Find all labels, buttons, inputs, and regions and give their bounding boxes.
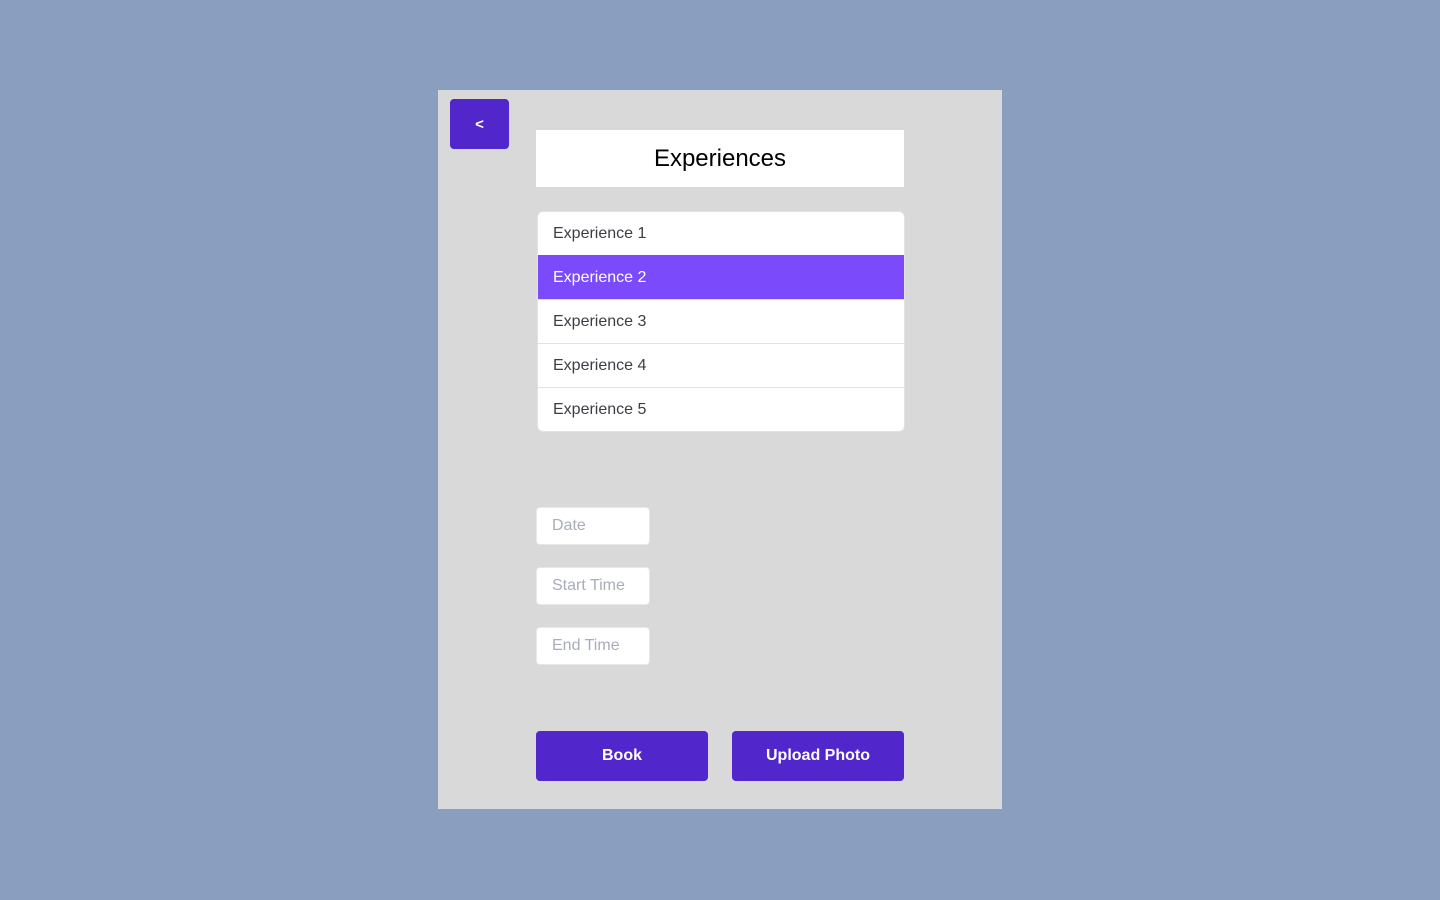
upload-photo-button[interactable]: Upload Photo: [732, 731, 904, 781]
date-input[interactable]: [536, 507, 650, 545]
start-time-input[interactable]: [536, 567, 650, 605]
list-item-experience-3[interactable]: Experience 3: [538, 299, 904, 343]
back-button[interactable]: <: [450, 99, 509, 149]
list-item-experience-1[interactable]: Experience 1: [538, 212, 904, 255]
end-time-input[interactable]: [536, 627, 650, 665]
list-item-experience-5[interactable]: Experience 5: [538, 387, 904, 431]
list-item-experience-2[interactable]: Experience 2: [538, 255, 904, 299]
list-item-experience-4[interactable]: Experience 4: [538, 343, 904, 387]
page-title: Experiences: [536, 130, 904, 187]
booking-panel: < Experiences Experience 1 Experience 2 …: [438, 90, 1002, 809]
book-button[interactable]: Book: [536, 731, 708, 781]
experience-list: Experience 1 Experience 2 Experience 3 E…: [537, 211, 905, 432]
